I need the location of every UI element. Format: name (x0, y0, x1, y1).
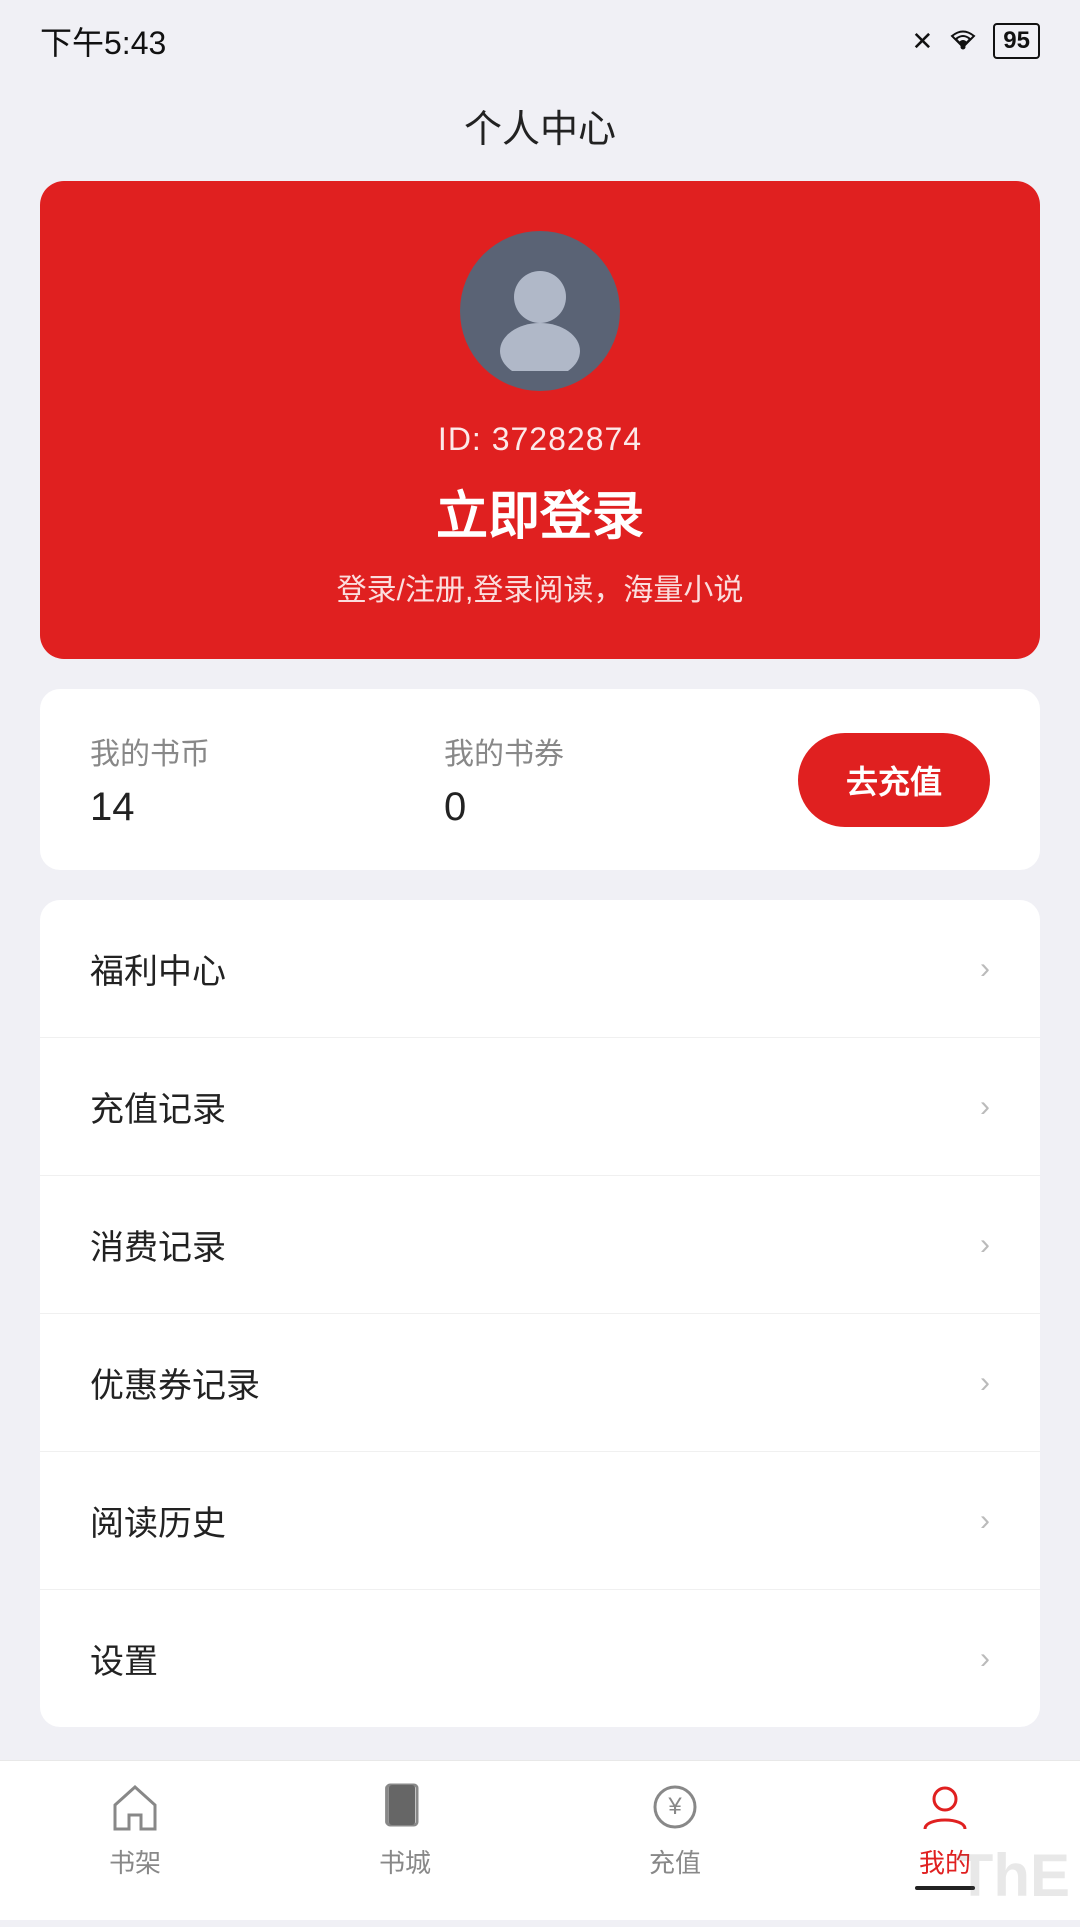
menu-item[interactable]: 消费记录 › (40, 1176, 1040, 1314)
voucher-item: 我的书券 0 (444, 729, 798, 830)
coin-label: 我的书币 (90, 729, 444, 773)
chevron-right-icon: › (980, 1366, 990, 1400)
menu-item-label: 优惠券记录 (90, 1358, 260, 1407)
menu-item[interactable]: 充值记录 › (40, 1038, 1040, 1176)
menu-item[interactable]: 优惠券记录 › (40, 1314, 1040, 1452)
wifi-icon (945, 25, 981, 58)
wallet-card: 我的书币 14 我的书券 0 去充值 (40, 689, 1040, 870)
nav-label-书架: 书架 (109, 1843, 161, 1880)
login-subtitle: 登录/注册,登录阅读，海量小说 (337, 565, 744, 609)
nav-label-书城: 书城 (379, 1843, 431, 1880)
svg-text:¥: ¥ (667, 1793, 682, 1820)
menu-item-label: 阅读历史 (90, 1496, 226, 1545)
menu-item[interactable]: 设置 › (40, 1590, 1040, 1727)
nav-label-我的: 我的 (919, 1843, 971, 1880)
coin-value: 14 (90, 785, 444, 830)
signal-icon: ✕ (912, 26, 934, 57)
nav-indicator (645, 1886, 705, 1890)
home-icon (107, 1779, 163, 1835)
chevron-right-icon: › (980, 1642, 990, 1676)
nav-item-书城[interactable]: 书城 (270, 1761, 540, 1900)
voucher-label: 我的书券 (444, 729, 798, 773)
menu-item-label: 消费记录 (90, 1220, 226, 1269)
avatar (460, 231, 620, 391)
battery-icon: 95 (993, 23, 1040, 59)
nav-item-书架[interactable]: 书架 (0, 1761, 270, 1900)
menu-item-label: 福利中心 (90, 944, 226, 993)
recharge-button[interactable]: 去充值 (798, 733, 990, 827)
mine-icon (917, 1779, 973, 1835)
nav-item-我的[interactable]: 我的 (810, 1761, 1080, 1900)
page-title: 个人中心 (0, 74, 1080, 181)
menu-item[interactable]: 福利中心 › (40, 900, 1040, 1038)
chevron-right-icon: › (980, 952, 990, 986)
menu-list: 福利中心 › 充值记录 › 消费记录 › 优惠券记录 › 阅读历史 › 设置 › (40, 900, 1040, 1727)
status-time: 下午5:43 (40, 18, 166, 64)
nav-active-indicator (915, 1886, 975, 1890)
menu-item-label: 设置 (90, 1634, 158, 1683)
nav-indicator (105, 1886, 165, 1890)
login-title[interactable]: 立即登录 (436, 474, 644, 549)
user-id: ID: 37282874 (438, 421, 642, 458)
topup-icon: ¥ (647, 1779, 703, 1835)
profile-card[interactable]: ID: 37282874 立即登录 登录/注册,登录阅读，海量小说 (40, 181, 1040, 659)
bottom-nav: 书架 书城 ¥ 充值 我的 (0, 1760, 1080, 1920)
menu-item[interactable]: 阅读历史 › (40, 1452, 1040, 1590)
voucher-value: 0 (444, 785, 798, 830)
nav-item-充值[interactable]: ¥ 充值 (540, 1761, 810, 1900)
book-icon (377, 1779, 433, 1835)
chevron-right-icon: › (980, 1504, 990, 1538)
status-icons: ✕ 95 (912, 23, 1041, 59)
nav-label-充值: 充值 (649, 1843, 701, 1880)
menu-item-label: 充值记录 (90, 1082, 226, 1131)
chevron-right-icon: › (980, 1090, 990, 1124)
coin-item: 我的书币 14 (90, 729, 444, 830)
status-bar: 下午5:43 ✕ 95 (0, 0, 1080, 74)
nav-indicator (375, 1886, 435, 1890)
chevron-right-icon: › (980, 1228, 990, 1262)
